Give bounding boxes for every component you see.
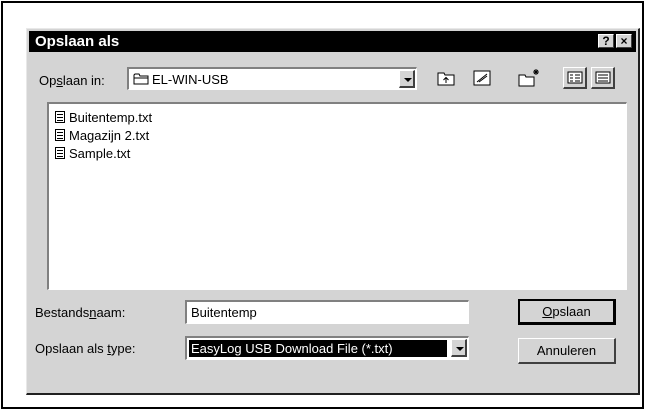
cancel-button[interactable]: Annuleren [518,338,616,364]
help-icon: ? [602,34,610,48]
file-list-item[interactable]: Sample.txt [55,146,130,164]
text-file-icon [55,147,65,159]
file-list[interactable]: Buitentemp.txt Magazijn 2.txt Sample.txt [47,102,627,290]
filename-value: Buitentemp [191,305,257,320]
details-view-icon [595,71,611,84]
file-list-item[interactable]: Buitentemp.txt [55,110,152,128]
filename-label: Bestandsnaam: [35,305,126,320]
filename-input[interactable]: Buitentemp [185,300,469,324]
desktop-button[interactable] [469,67,495,89]
filetype-value: EasyLog USB Download File (*.txt) [191,341,393,356]
file-list-item[interactable]: Magazijn 2.txt [55,128,149,146]
file-name: Magazijn 2.txt [69,128,150,143]
title-bar[interactable]: Opslaan als ? × [29,31,636,52]
page-frame: Opslaan als ? × Opslaan in: EL-WIN-USB B… [1,1,644,409]
dialog-title: Opslaan als [35,33,120,50]
folder-icon [133,73,149,85]
text-file-icon [55,111,65,123]
desktop-icon [473,70,491,86]
new-folder-icon [518,69,539,87]
list-view-icon [567,71,583,84]
up-folder-button[interactable] [433,67,459,89]
save-in-dropdown-arrow[interactable] [399,70,415,88]
file-name: Sample.txt [69,146,131,161]
close-icon: × [620,34,628,48]
details-view-button[interactable] [591,67,615,89]
save-in-value: EL-WIN-USB [152,72,229,87]
close-button[interactable]: × [616,34,632,48]
help-button[interactable]: ? [598,34,614,48]
save-as-dialog: Opslaan als ? × Opslaan in: EL-WIN-USB B… [26,28,640,395]
up-folder-icon [437,72,455,86]
filetype-label: Opslaan als type: [35,341,136,356]
save-button[interactable]: Opslaan [518,299,616,325]
filetype-dropdown[interactable]: EasyLog USB Download File (*.txt) [185,336,469,360]
text-file-icon [55,129,65,141]
filetype-selection-highlight: EasyLog USB Download File (*.txt) [189,340,447,357]
save-in-label: Opslaan in: [39,73,105,88]
filetype-dropdown-arrow[interactable] [451,339,467,357]
cancel-button-label: Annuleren [536,343,597,358]
save-in-dropdown[interactable]: EL-WIN-USB [127,67,417,90]
list-view-button[interactable] [563,67,587,89]
file-name: Buitentemp.txt [69,110,153,125]
new-folder-button[interactable] [515,67,541,89]
